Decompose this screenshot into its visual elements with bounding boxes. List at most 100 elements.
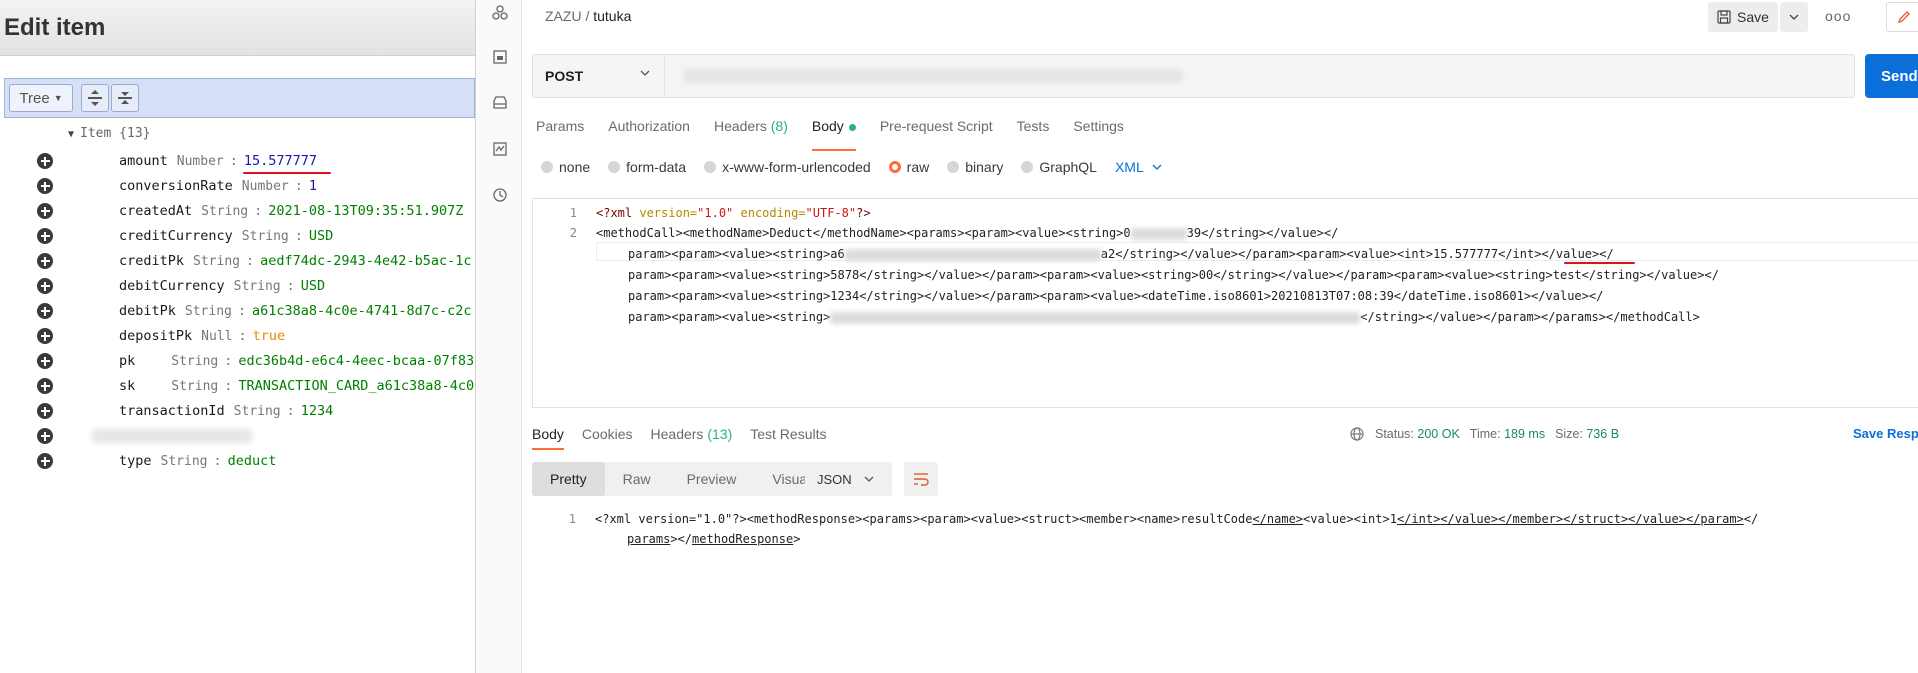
edit-button[interactable]: [1886, 2, 1918, 32]
field-value[interactable]: edc36b4d-e6c4-4eec-bcaa-07f83: [238, 353, 474, 369]
send-button[interactable]: Send: [1865, 54, 1918, 98]
add-field-icon[interactable]: [37, 403, 53, 419]
wrap-lines-button[interactable]: [904, 462, 938, 496]
more-options-button[interactable]: ooo: [1825, 8, 1851, 24]
radio-binary[interactable]: binary: [947, 159, 1003, 175]
field-type[interactable]: String: [185, 304, 232, 319]
request-body-editor[interactable]: 1 <?xml version="1.0" encoding="UTF-8"?>…: [532, 198, 1918, 408]
tab-tests[interactable]: Tests: [1017, 118, 1050, 144]
field-name[interactable]: debitPk: [119, 303, 176, 319]
response-format-select[interactable]: JSON: [805, 462, 892, 496]
radio-none[interactable]: none: [541, 159, 590, 175]
resp-tab-test-results[interactable]: Test Results: [750, 426, 826, 442]
expand-all-button[interactable]: [81, 84, 109, 112]
tab-authorization[interactable]: Authorization: [608, 118, 690, 144]
breadcrumb-workspace[interactable]: ZAZU: [545, 8, 582, 24]
field-value[interactable]: USD: [301, 278, 325, 294]
field-type[interactable]: String: [171, 379, 218, 394]
field-name[interactable]: creditCurrency: [119, 228, 233, 244]
redacted-value: [844, 248, 1101, 261]
code-line: <?xml version="1.0"?><methodResponse><pa…: [595, 512, 1759, 526]
field-name[interactable]: amount: [119, 153, 168, 169]
resp-tab-headers[interactable]: Headers (13): [651, 426, 733, 442]
field-type[interactable]: Number: [177, 154, 224, 169]
method-select[interactable]: POST: [533, 55, 665, 97]
add-field-icon[interactable]: [37, 153, 53, 169]
view-preview[interactable]: Preview: [669, 462, 755, 496]
field-value[interactable]: 2021-08-13T09:35:51.907Z: [268, 203, 463, 219]
redacted-value: [1130, 227, 1187, 240]
field-name[interactable]: creditPk: [119, 253, 184, 269]
radio-graphql[interactable]: GraphQL: [1021, 159, 1097, 175]
field-name[interactable]: transactionId: [119, 403, 225, 419]
view-pretty[interactable]: Pretty: [532, 462, 605, 496]
mock-servers-icon[interactable]: [491, 94, 509, 112]
save-options-button[interactable]: [1780, 2, 1808, 32]
field-name[interactable]: depositPk: [119, 328, 192, 344]
tab-headers[interactable]: Headers (8): [714, 118, 788, 144]
field-value[interactable]: aedf74dc-2943-4e42-b5ac-1c: [260, 253, 471, 269]
add-field-icon[interactable]: [37, 453, 53, 469]
add-field-icon[interactable]: [37, 203, 53, 219]
collapse-all-button[interactable]: [111, 84, 139, 112]
field-value[interactable]: 1: [309, 178, 317, 194]
apis-icon[interactable]: [491, 4, 509, 22]
field-type[interactable]: String: [193, 254, 240, 269]
tab-settings[interactable]: Settings: [1073, 118, 1124, 144]
field-value[interactable]: deduct: [228, 453, 277, 469]
tree-toolbar: Tree ▼: [4, 78, 475, 118]
triangle-down-icon[interactable]: ▼: [68, 129, 74, 140]
field-type[interactable]: String: [242, 229, 289, 244]
field-value[interactable]: 1234: [301, 403, 334, 419]
tab-params[interactable]: Params: [536, 118, 584, 144]
tab-pre-request-script[interactable]: Pre-request Script: [880, 118, 993, 144]
add-field-icon[interactable]: [37, 228, 53, 244]
field-name[interactable]: conversionRate: [119, 178, 233, 194]
add-field-icon[interactable]: [37, 178, 53, 194]
add-field-icon[interactable]: [37, 303, 53, 319]
field-type[interactable]: Number: [242, 179, 289, 194]
mode-select[interactable]: Tree ▼: [9, 84, 73, 112]
field-type[interactable]: String: [201, 204, 248, 219]
field-separator: :: [286, 278, 295, 294]
field-name[interactable]: pk: [119, 353, 135, 369]
view-raw[interactable]: Raw: [605, 462, 669, 496]
field-value[interactable]: USD: [309, 228, 333, 244]
field-type[interactable]: String: [234, 279, 281, 294]
field-type[interactable]: String: [161, 454, 208, 469]
save-response-button[interactable]: Save Resp: [1853, 426, 1918, 441]
field-name[interactable]: createdAt: [119, 203, 192, 219]
field-value[interactable]: TRANSACTION_CARD_a61c38a8-4c0: [238, 378, 474, 394]
tree-row: creditCurrency String: USD: [0, 224, 475, 248]
field-type[interactable]: String: [171, 354, 218, 369]
add-field-icon[interactable]: [37, 378, 53, 394]
radio-raw[interactable]: raw: [888, 159, 929, 175]
code-line: param><param><value><string>1234</string…: [628, 289, 1604, 303]
tree-root-node[interactable]: ▼ Item {13}: [68, 126, 150, 141]
add-field-icon[interactable]: [37, 253, 53, 269]
body-format-select[interactable]: XML: [1115, 159, 1162, 175]
resp-tab-body[interactable]: Body: [532, 426, 564, 450]
radio-urlencoded[interactable]: x-www-form-urlencoded: [704, 159, 871, 175]
add-field-icon[interactable]: [37, 328, 53, 344]
add-field-icon[interactable]: [37, 428, 53, 444]
radio-form-data[interactable]: form-data: [608, 159, 686, 175]
add-field-icon[interactable]: [37, 353, 53, 369]
field-type[interactable]: String: [234, 404, 281, 419]
monitors-icon[interactable]: [491, 140, 509, 158]
field-value[interactable]: true: [253, 328, 286, 344]
history-icon[interactable]: [491, 186, 509, 204]
field-value[interactable]: a61c38a8-4c0e-4741-8d7c-c2c: [252, 303, 471, 319]
field-name[interactable]: sk: [119, 378, 135, 394]
save-button[interactable]: Save: [1708, 2, 1778, 32]
environments-icon[interactable]: [491, 48, 509, 66]
tab-body[interactable]: Body: [811, 118, 856, 151]
resp-tab-cookies[interactable]: Cookies: [582, 426, 633, 442]
url-input-redacted[interactable]: [683, 69, 1183, 83]
add-field-icon[interactable]: [37, 278, 53, 294]
field-type[interactable]: Null: [201, 329, 232, 344]
field-name[interactable]: debitCurrency: [119, 278, 225, 294]
breadcrumb-request[interactable]: tutuka: [593, 8, 631, 24]
field-value[interactable]: 15.577777: [244, 153, 317, 169]
field-name[interactable]: type: [119, 453, 152, 469]
